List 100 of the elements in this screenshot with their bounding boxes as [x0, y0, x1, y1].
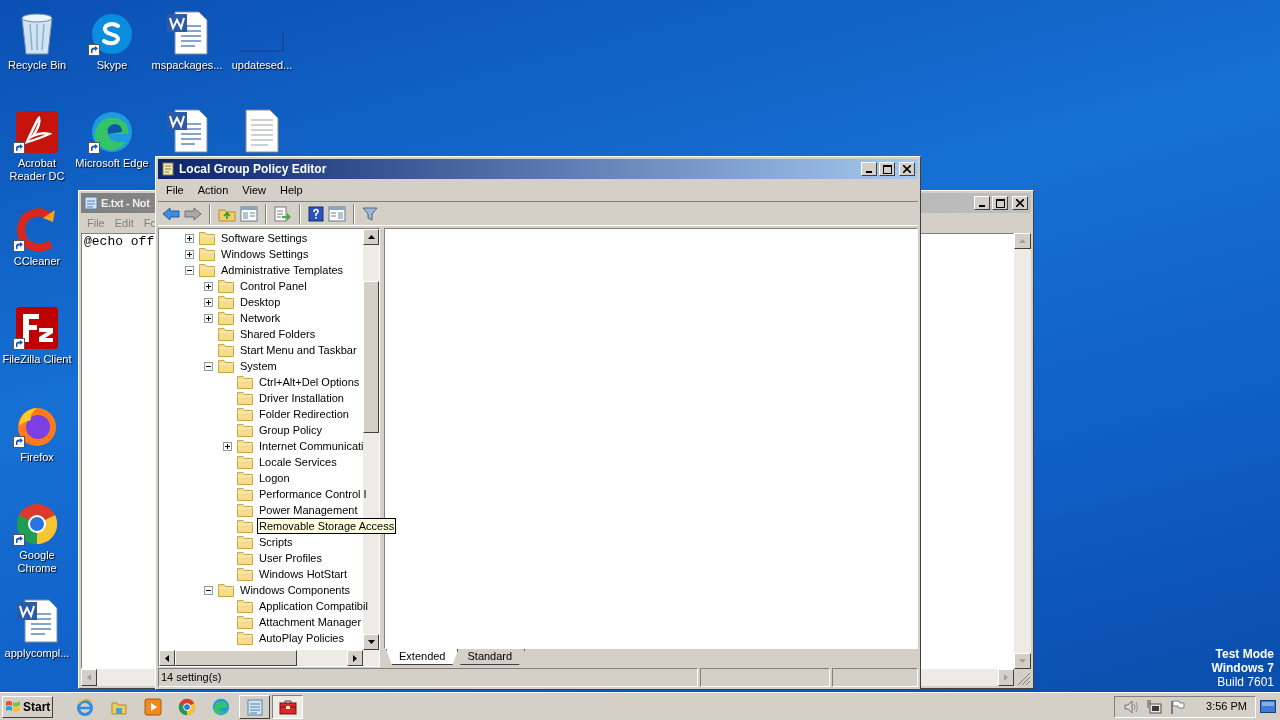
- tree-item-label[interactable]: Logon: [257, 470, 292, 486]
- tree-item-label[interactable]: Windows Components: [238, 582, 353, 598]
- tree-item-label[interactable]: Windows HotStart: [257, 566, 350, 582]
- collapse-icon[interactable]: [185, 265, 194, 275]
- show-desktop-icon[interactable]: [1260, 699, 1276, 714]
- maximize-button[interactable]: [879, 162, 895, 176]
- tree-item-label[interactable]: Driver Installation: [257, 390, 346, 406]
- flag-icon[interactable]: [1169, 698, 1186, 715]
- vertical-scrollbar[interactable]: [1014, 233, 1031, 669]
- tree-item-label[interactable]: Control Panel: [238, 278, 309, 294]
- tree-item-label[interactable]: Shared Folders: [238, 326, 318, 342]
- desktop-icon-label[interactable]: Firefox: [20, 451, 54, 464]
- scroll-up-icon: [1019, 239, 1026, 243]
- scroll-right-button[interactable]: [998, 669, 1014, 686]
- forward-arrow-icon[interactable]: [184, 206, 202, 221]
- tree-item-label[interactable]: Locale Services: [257, 454, 339, 470]
- folder-icon: [237, 519, 253, 533]
- desktop-icon-label[interactable]: mspackages...: [151, 59, 223, 72]
- tree-item-label[interactable]: Scripts: [257, 534, 295, 550]
- back-arrow-icon[interactable]: [162, 206, 180, 221]
- maximize-button[interactable]: [992, 196, 1008, 210]
- menu-item[interactable]: Action: [191, 181, 235, 199]
- taskbar-button[interactable]: [272, 694, 304, 719]
- scroll-left-icon: [165, 654, 169, 662]
- tree-item-label[interactable]: Network: [238, 310, 283, 326]
- desktop-icon-label[interactable]: Acrobat Reader DC: [0, 157, 74, 183]
- tree-item-label[interactable]: Application Compatibil: [257, 598, 370, 614]
- desktop-icon-label[interactable]: CCleaner: [13, 255, 61, 268]
- folder-icon: [199, 231, 215, 245]
- view-tab[interactable]: Extended: [386, 649, 459, 665]
- document-text: @echo off: [84, 234, 155, 250]
- tree-item-label[interactable]: Group Policy: [257, 422, 324, 438]
- tree-item-label[interactable]: User Profiles: [257, 550, 324, 566]
- tree-item-label[interactable]: Desktop: [238, 294, 283, 310]
- expand-icon[interactable]: [223, 441, 232, 451]
- filter-icon[interactable]: [362, 205, 378, 222]
- tree-item-label[interactable]: Performance Control I: [257, 486, 369, 502]
- tree-item-label[interactable]: Folder Redirection: [257, 406, 351, 422]
- maximize-icon: [882, 164, 892, 174]
- expand-icon[interactable]: [204, 281, 213, 291]
- folder-icon: [237, 599, 253, 613]
- desktop-icon-label[interactable]: Google Chrome: [0, 549, 74, 575]
- tree-item-label[interactable]: Attachment Manager: [257, 614, 364, 630]
- tree-item-label[interactable]: Internet Communicati: [257, 438, 366, 454]
- folder-icon: [237, 487, 253, 501]
- console-tree-icon[interactable]: [240, 205, 258, 222]
- speaker-icon[interactable]: [1123, 698, 1140, 715]
- shortcut-arrow-icon: [13, 240, 25, 252]
- notepad-icon: [246, 697, 263, 716]
- status-text: 14 setting(s): [158, 668, 698, 687]
- network-icon[interactable]: [1146, 698, 1163, 715]
- scroll-down-icon: [1019, 659, 1026, 663]
- folder-icon: [237, 551, 253, 565]
- tree-item-label[interactable]: Administrative Templates: [219, 262, 346, 278]
- minimize-button[interactable]: [974, 196, 990, 210]
- collapse-icon[interactable]: [204, 361, 213, 371]
- desktop-watermark-text: Test Mode: [1215, 647, 1274, 661]
- desktop-icon-label[interactable]: Microsoft Edge: [75, 157, 149, 170]
- tree-item-label[interactable]: Power Management: [257, 502, 360, 518]
- expand-icon[interactable]: [185, 233, 194, 243]
- desktop-icon-label[interactable]: updatesed...: [231, 59, 293, 72]
- menu-item[interactable]: File: [160, 181, 190, 199]
- tree-item-label[interactable]: Ctrl+Alt+Del Options: [257, 374, 362, 390]
- close-button[interactable]: [899, 162, 915, 176]
- expand-icon[interactable]: [204, 297, 213, 307]
- close-icon: [903, 165, 911, 173]
- expand-icon[interactable]: [185, 249, 194, 259]
- menu-item[interactable]: View: [236, 181, 272, 199]
- help-icon[interactable]: [308, 205, 324, 222]
- notepad-icon: [84, 196, 98, 210]
- folder-icon: [199, 247, 215, 261]
- folder-icon: [237, 631, 253, 645]
- tree-item-label[interactable]: Software Settings: [219, 230, 310, 246]
- start-button[interactable]: Start: [2, 695, 54, 718]
- expand-icon[interactable]: [204, 313, 213, 323]
- scroll-left-button[interactable]: [81, 669, 97, 686]
- shortcut-arrow-icon: [13, 436, 25, 448]
- desktop-icon-label[interactable]: Skype: [96, 59, 128, 72]
- tree-item-label[interactable]: System: [238, 358, 279, 374]
- close-button[interactable]: [1012, 196, 1028, 210]
- folder-icon: [237, 615, 253, 629]
- horizontal-scrollbar[interactable]: [159, 650, 379, 666]
- edge-icon: [212, 697, 231, 716]
- windows-logo-icon: [5, 699, 21, 714]
- desktop-icon-label[interactable]: Recycle Bin: [7, 59, 67, 72]
- minimize-button[interactable]: [861, 162, 877, 176]
- tree-item-label[interactable]: Windows Settings: [219, 246, 311, 262]
- collapse-icon[interactable]: [204, 585, 213, 595]
- tree-item-label[interactable]: AutoPlay Policies: [257, 630, 346, 646]
- shortcut-arrow-icon: [88, 142, 100, 154]
- toolbox-icon: [278, 697, 297, 716]
- folder-icon: [237, 375, 253, 389]
- tree-item-label[interactable]: Start Menu and Taskbar: [238, 342, 359, 358]
- folder-icon: [237, 391, 253, 405]
- menu-item[interactable]: Help: [273, 181, 309, 199]
- tree-item-label[interactable]: Removable Storage Access: [257, 518, 397, 534]
- chrome-icon: [178, 697, 197, 716]
- desktop-icon-label[interactable]: FileZilla Client: [2, 353, 72, 366]
- export-list-icon[interactable]: [274, 205, 292, 222]
- desktop-icon-label[interactable]: applycompl...: [4, 647, 70, 660]
